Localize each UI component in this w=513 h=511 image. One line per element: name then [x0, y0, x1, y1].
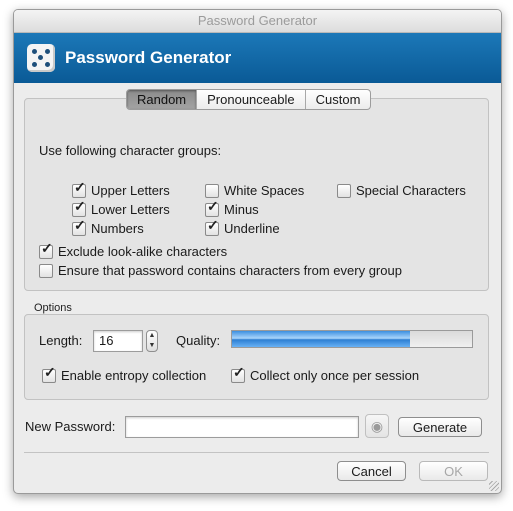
checkbox-box: ✓ [205, 218, 219, 236]
stepper-up-icon[interactable]: ▲ [147, 331, 157, 341]
checkmark-icon: ✓ [74, 216, 86, 233]
length-label: Length: [39, 333, 83, 348]
special-characters-label: Special Characters [356, 183, 466, 198]
new-password-label: New Password: [25, 419, 116, 434]
lower-letters-checkbox[interactable]: ✓ Lower Letters [72, 199, 170, 217]
checkbox-box: ✓ [205, 199, 219, 217]
character-groups-heading: Use following character groups: [39, 143, 222, 158]
cancel-button[interactable]: Cancel [337, 461, 406, 481]
checkbox-box [39, 263, 53, 278]
exclude-lookalike-label: Exclude look-alike characters [58, 244, 228, 259]
options-heading: Options [34, 302, 72, 314]
generator-mode-tabs: Random Pronounceable Custom [126, 89, 372, 110]
checkbox-box: ✓ [42, 365, 56, 383]
options-panel [24, 314, 489, 400]
tab-random[interactable]: Random [127, 90, 198, 109]
checkmark-icon: ✓ [44, 363, 56, 380]
length-input[interactable]: 16 [93, 330, 143, 352]
ensure-every-group-checkbox[interactable]: Ensure that password contains characters… [39, 263, 402, 278]
quality-meter [231, 330, 473, 348]
banner-title: Password Generator [65, 48, 232, 67]
eye-icon[interactable]: ◉ [365, 414, 389, 438]
generate-button[interactable]: Generate [398, 417, 482, 437]
special-characters-checkbox[interactable]: Special Characters [337, 183, 466, 198]
stepper-down-icon[interactable]: ▼ [147, 341, 157, 351]
window-titlebar: Password Generator [14, 10, 501, 33]
underline-label: Underline [224, 221, 280, 236]
entropy-label: Enable entropy collection [61, 368, 207, 383]
checkmark-icon: ✓ [233, 363, 245, 380]
upper-letters-checkbox[interactable]: ✓ Upper Letters [72, 180, 170, 198]
entropy-checkbox[interactable]: ✓ Enable entropy collection [42, 365, 207, 383]
tab-custom[interactable]: Custom [306, 90, 371, 109]
checkmark-icon: ✓ [207, 216, 219, 233]
resize-grip-icon[interactable] [489, 481, 499, 491]
lower-letters-label: Lower Letters [91, 202, 170, 217]
checkbox-box: ✓ [72, 218, 86, 236]
footer-divider [24, 452, 489, 453]
new-password-input[interactable] [125, 416, 359, 438]
checkbox-box: ✓ [72, 199, 86, 217]
checkbox-box [205, 183, 219, 198]
white-spaces-label: White Spaces [224, 183, 305, 198]
checkmark-icon: ✓ [207, 197, 219, 214]
minus-label: Minus [224, 202, 259, 217]
tab-pronounceable[interactable]: Pronounceable [197, 90, 306, 109]
checkmark-icon: ✓ [74, 178, 86, 195]
minus-checkbox[interactable]: ✓ Minus [205, 199, 259, 217]
quality-meter-fill [232, 331, 410, 347]
checkbox-box: ✓ [231, 365, 245, 383]
quality-label: Quality: [176, 333, 221, 348]
checkmark-icon: ✓ [41, 239, 53, 256]
dice-icon [27, 44, 55, 72]
white-spaces-checkbox[interactable]: White Spaces [205, 183, 304, 198]
password-generator-window: Password Generator Password Generator Ra… [13, 9, 502, 494]
upper-letters-label: Upper Letters [91, 183, 170, 198]
ensure-every-group-label: Ensure that password contains characters… [58, 263, 402, 278]
checkbox-box [337, 183, 351, 198]
exclude-lookalike-checkbox[interactable]: ✓ Exclude look-alike characters [39, 241, 228, 259]
numbers-checkbox[interactable]: ✓ Numbers [72, 218, 144, 236]
collect-once-checkbox[interactable]: ✓ Collect only once per session [231, 365, 420, 383]
underline-checkbox[interactable]: ✓ Underline [205, 218, 280, 236]
checkbox-box: ✓ [72, 180, 86, 198]
collect-once-label: Collect only once per session [250, 368, 420, 383]
ok-button[interactable]: OK [419, 461, 488, 481]
checkmark-icon: ✓ [74, 197, 86, 214]
checkbox-box: ✓ [39, 241, 53, 259]
numbers-label: Numbers [91, 221, 144, 236]
length-stepper[interactable]: ▲ ▼ [146, 330, 158, 352]
header-banner: Password Generator [14, 33, 501, 83]
